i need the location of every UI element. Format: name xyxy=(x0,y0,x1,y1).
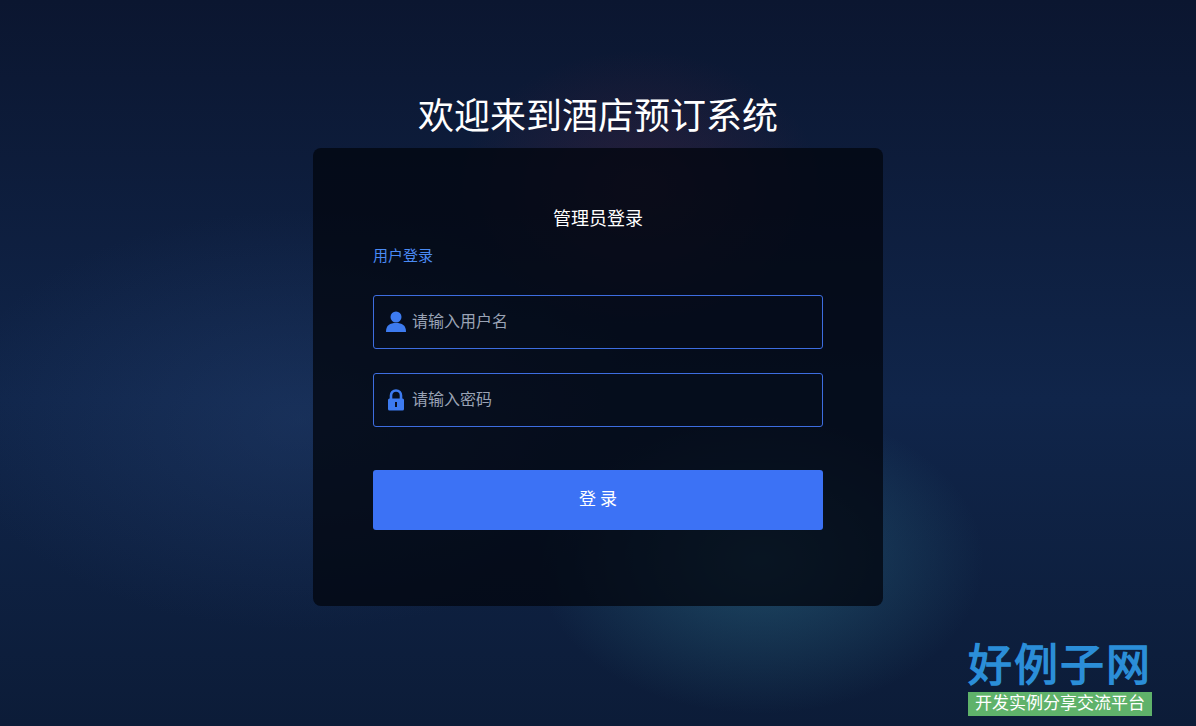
password-input[interactable] xyxy=(412,374,810,426)
login-heading: 管理员登录 xyxy=(373,206,823,232)
user-login-link[interactable]: 用户登录 xyxy=(373,246,433,266)
login-button[interactable]: 登 录 xyxy=(373,470,823,530)
page-title: 欢迎来到酒店预订系统 xyxy=(418,94,778,140)
watermark: 好例子网 开发实例分享交流平台 xyxy=(968,640,1152,716)
login-panel: 管理员登录 用户登录 登 录 xyxy=(313,148,883,606)
username-field xyxy=(373,295,823,349)
username-input[interactable] xyxy=(412,296,810,348)
lock-icon xyxy=(386,389,406,411)
user-icon xyxy=(386,311,406,333)
watermark-tagline: 开发实例分享交流平台 xyxy=(968,692,1152,716)
password-field xyxy=(373,373,823,427)
login-page: 欢迎来到酒店预订系统 管理员登录 用户登录 登 录 xyxy=(0,0,1196,606)
watermark-brand: 好例子网 xyxy=(968,640,1152,692)
